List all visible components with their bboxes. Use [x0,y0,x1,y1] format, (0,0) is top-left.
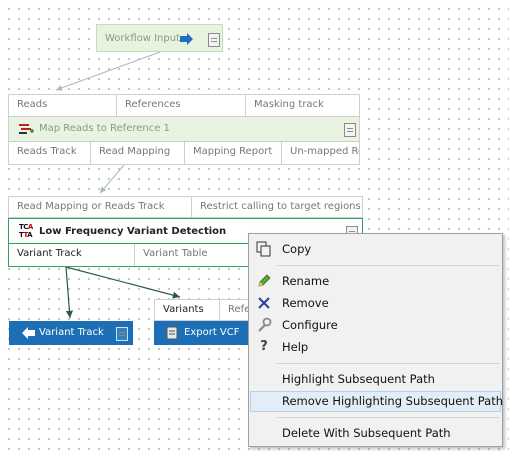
menu-item-remove[interactable]: Remove [250,293,501,314]
port-read-mapping-or-reads-track[interactable]: Read Mapping or Reads Track [9,197,192,217]
menu-item-label: Remove Highlighting Subsequent Path [282,394,504,408]
x-icon [258,297,270,309]
question-icon: ? [260,339,268,354]
document-icon [208,33,220,47]
menu-item-configure[interactable]: Configure [250,315,501,336]
export-vcf-input-ports: Variants Refere [154,299,254,321]
map-reads-icon [19,124,34,134]
export-icon [166,326,178,340]
export-vcf-label: Export VCF [184,327,240,338]
workflow-input-label: Workflow Input [105,33,180,44]
menu-item-highlight-subsequent-path[interactable]: Highlight Subsequent Path [250,369,501,390]
port-reads[interactable]: Reads [9,95,117,116]
menu-item-remove-highlighting[interactable]: Remove Highlighting Subsequent Path [250,391,504,412]
tcta-logo-icon: TCA TTA [19,223,33,239]
port-unmapped-reads[interactable]: Un-mapped Reads [282,142,359,164]
context-menu: Copy Rename Remove Configure ? Help High… [248,233,503,447]
menu-item-rename[interactable]: Rename [250,271,501,292]
output-arrow-icon [22,327,35,339]
export-vcf-node[interactable]: Export VCF [154,321,254,345]
port-variant-table[interactable]: Variant Table [135,244,262,266]
workflow-input-node[interactable]: Workflow Input [96,24,223,52]
port-masking-track[interactable]: Masking track [246,95,359,116]
menu-item-label: Delete With Subsequent Path [282,426,451,440]
port-references[interactable]: References [117,95,246,116]
edge-input-to-reads [55,51,161,91]
input-arrow-icon [180,33,193,45]
port-variant-track[interactable]: Variant Track [9,244,135,266]
port-restrict-calling[interactable]: Restrict calling to target regions [192,197,362,217]
map-reads-node[interactable]: Map Reads to Reference 1 [8,117,360,141]
lfvd-input-ports: Read Mapping or Reads Track Restrict cal… [8,196,363,218]
menu-separator [277,265,499,266]
port-read-mapping[interactable]: Read Mapping [91,142,185,164]
port-variants[interactable]: Variants [155,300,220,320]
map-reads-title: Map Reads to Reference 1 [39,123,170,134]
menu-item-label: Copy [282,242,312,256]
menu-item-copy[interactable]: Copy [250,239,501,260]
map-reads-output-ports: Reads Track Read Mapping Mapping Report … [8,141,360,165]
menu-separator [277,417,499,418]
pencil-icon [258,274,271,287]
document-icon [344,123,356,137]
menu-item-label: Rename [282,274,330,288]
menu-item-label: Remove [282,296,329,310]
document-icon [116,327,128,341]
variant-track-output-node[interactable]: Variant Track [9,321,133,345]
copy-icon [256,241,271,257]
edge-variant-track-export [65,266,181,299]
variant-track-output-label: Variant Track [39,327,104,338]
menu-item-label: Highlight Subsequent Path [282,372,435,386]
menu-item-label: Configure [282,318,338,332]
wrench-icon [258,317,272,332]
menu-separator [277,363,499,364]
lfvd-title: Low Frequency Variant Detection [39,226,227,237]
port-mapping-report[interactable]: Mapping Report [185,142,282,164]
map-reads-input-ports: Reads References Masking track [8,94,360,117]
port-reads-track[interactable]: Reads Track [9,142,91,164]
menu-item-delete-with-subsequent-path[interactable]: Delete With Subsequent Path [250,423,501,444]
menu-item-help[interactable]: ? Help [250,337,501,358]
menu-item-label: Help [282,340,309,354]
edge-variant-track-output [65,266,74,319]
edge-mapping-to-lfvd [99,164,125,194]
